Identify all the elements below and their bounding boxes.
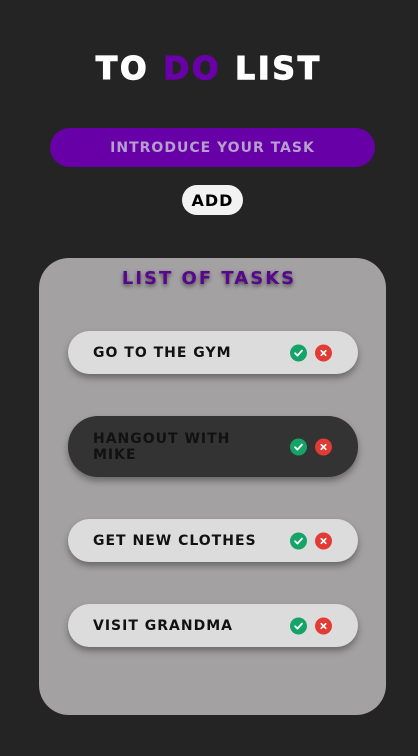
title-word-do: DO	[163, 51, 222, 87]
task-item: GET NEW CLOTHES	[68, 519, 358, 562]
check-circle-icon[interactable]	[290, 617, 307, 634]
task-item: GO TO THE GYM	[68, 331, 358, 374]
task-input[interactable]	[50, 128, 375, 167]
task-actions	[290, 617, 332, 634]
check-circle-icon[interactable]	[290, 344, 307, 361]
title-word-to: TO	[95, 51, 150, 87]
task-actions	[290, 344, 332, 361]
x-circle-icon[interactable]	[315, 617, 332, 634]
task-label: HANGOUT WITH MIKE	[93, 430, 231, 463]
task-item: VISIT GRANDMA	[68, 604, 358, 647]
x-circle-icon[interactable]	[315, 532, 332, 549]
task-actions	[290, 438, 332, 455]
x-circle-icon[interactable]	[315, 438, 332, 455]
x-circle-icon[interactable]	[315, 344, 332, 361]
task-item: HANGOUT WITH MIKE	[68, 416, 358, 477]
task-actions	[290, 532, 332, 549]
check-circle-icon[interactable]	[290, 438, 307, 455]
add-button[interactable]: ADD	[182, 185, 243, 215]
list-title: LIST OF TASKS	[121, 268, 297, 289]
title-word-list: LIST	[235, 51, 322, 87]
app-title: TO DO LIST	[0, 51, 418, 87]
check-circle-icon[interactable]	[290, 532, 307, 549]
